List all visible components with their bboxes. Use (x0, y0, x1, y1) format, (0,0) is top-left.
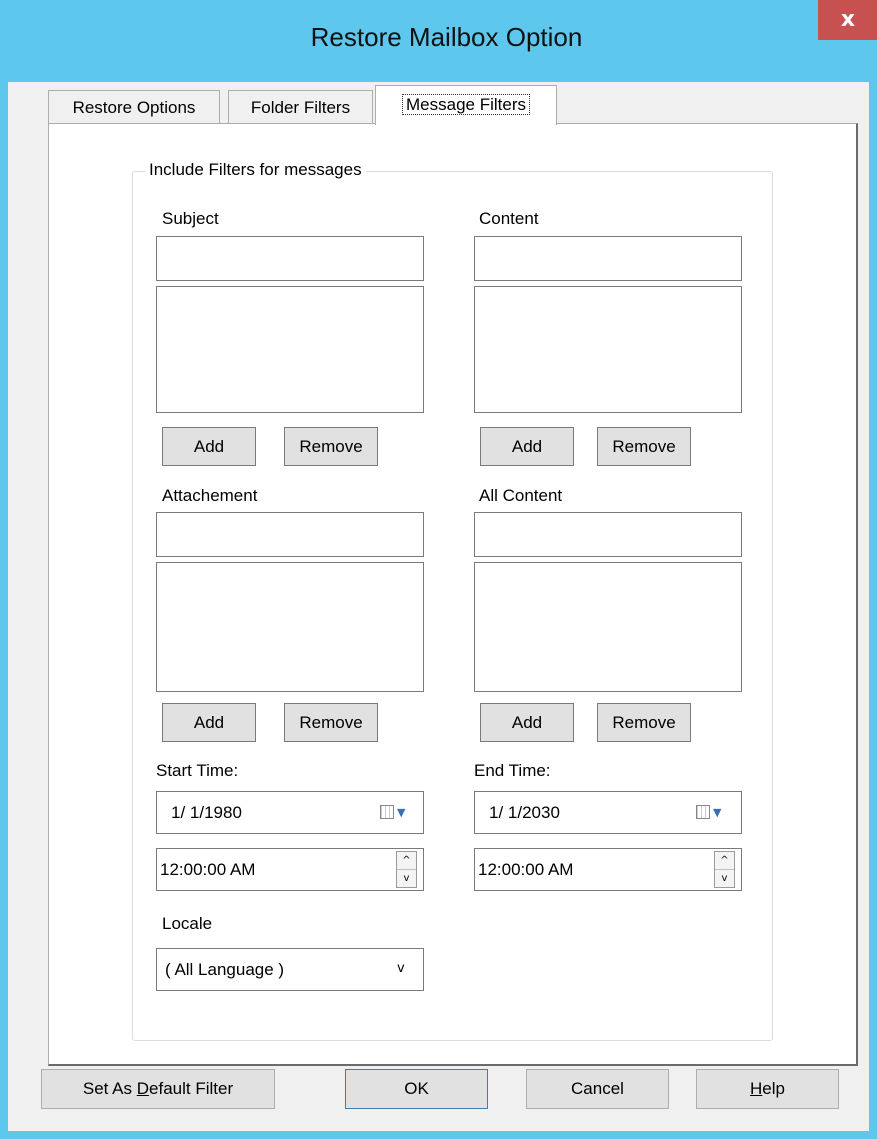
all-content-remove-button[interactable]: Remove (597, 703, 691, 742)
content-add-button[interactable]: Add (480, 427, 574, 466)
end-time-label: End Time: (474, 761, 551, 780)
all-content-list[interactable] (474, 562, 742, 692)
start-time-label: Start Time: (156, 761, 239, 780)
content-label: Content (479, 209, 539, 228)
locale-label: Locale (162, 914, 213, 933)
window-title: Restore Mailbox Option (310, 22, 583, 52)
calendar-icon (380, 805, 394, 819)
group-legend: Include Filters for messages (145, 160, 366, 180)
tab-message-filters-label: Message Filters (402, 94, 530, 115)
end-time-field[interactable]: 12:00:00 AM ^ v (474, 848, 742, 891)
attachment-input[interactable] (156, 512, 424, 557)
attachment-list[interactable] (156, 562, 424, 692)
dropdown-arrow-icon[interactable]: ▼ (713, 806, 721, 819)
all-content-add-button[interactable]: Add (480, 703, 574, 742)
end-date-value: 1/ 1/2030 (489, 803, 560, 822)
subject-input[interactable] (156, 236, 424, 281)
start-time-spinner[interactable]: ^ v (396, 851, 417, 888)
help-button[interactable]: Help (696, 1069, 839, 1109)
subject-list[interactable] (156, 286, 424, 413)
content-remove-button[interactable]: Remove (597, 427, 691, 466)
end-date-picker[interactable]: 1/ 1/2030 ▼ (474, 791, 742, 834)
locale-selected-value: ( All Language ) (165, 960, 285, 979)
attachment-label: Attachement (162, 486, 258, 505)
tab-message-filters[interactable]: Message Filters (375, 85, 557, 125)
message-filters-panel: Include Filters for messages Subject Add… (48, 123, 858, 1066)
locale-select[interactable]: ( All Language ) v (156, 948, 424, 991)
set-default-filter-pre: Set As (82, 1079, 137, 1098)
content-list[interactable] (474, 286, 742, 413)
help-label-rest: elp (762, 1079, 785, 1098)
subject-remove-button[interactable]: Remove (284, 427, 378, 466)
all-content-input[interactable] (474, 512, 742, 557)
end-time-value: 12:00:00 AM (478, 860, 574, 879)
spin-down-icon[interactable]: v (715, 869, 734, 887)
set-default-filter-post: efault Filter (149, 1079, 234, 1098)
tab-restore-options[interactable]: Restore Options (48, 90, 220, 123)
content-input[interactable] (474, 236, 742, 281)
close-icon[interactable]: x (818, 0, 877, 40)
subject-add-button[interactable]: Add (162, 427, 256, 466)
attachment-remove-button[interactable]: Remove (284, 703, 378, 742)
start-date-value: 1/ 1/1980 (171, 803, 242, 822)
spin-up-icon[interactable]: ^ (715, 852, 734, 869)
start-time-field[interactable]: 12:00:00 AM ^ v (156, 848, 424, 891)
cancel-button[interactable]: Cancel (526, 1069, 669, 1109)
ok-button[interactable]: OK (345, 1069, 488, 1109)
calendar-icon (696, 805, 710, 819)
tab-folder-filters[interactable]: Folder Filters (228, 90, 373, 123)
dialog-window: Restore Mailbox Option x Restore Options… (0, 0, 877, 1139)
chevron-down-icon[interactable]: v (397, 961, 405, 976)
spin-up-icon[interactable]: ^ (397, 852, 416, 869)
title-bar[interactable]: Restore Mailbox Option x (8, 0, 877, 82)
start-date-picker[interactable]: 1/ 1/1980 ▼ (156, 791, 424, 834)
dropdown-arrow-icon[interactable]: ▼ (397, 806, 405, 819)
subject-label: Subject (162, 209, 219, 228)
attachment-add-button[interactable]: Add (162, 703, 256, 742)
all-content-label: All Content (479, 486, 563, 505)
start-time-value: 12:00:00 AM (160, 860, 256, 879)
spin-down-icon[interactable]: v (397, 869, 416, 887)
set-default-filter-accelerator: D (136, 1079, 150, 1098)
help-accelerator: H (750, 1079, 763, 1098)
end-time-spinner[interactable]: ^ v (714, 851, 735, 888)
set-default-filter-button[interactable]: Set As Default Filter (41, 1069, 275, 1109)
